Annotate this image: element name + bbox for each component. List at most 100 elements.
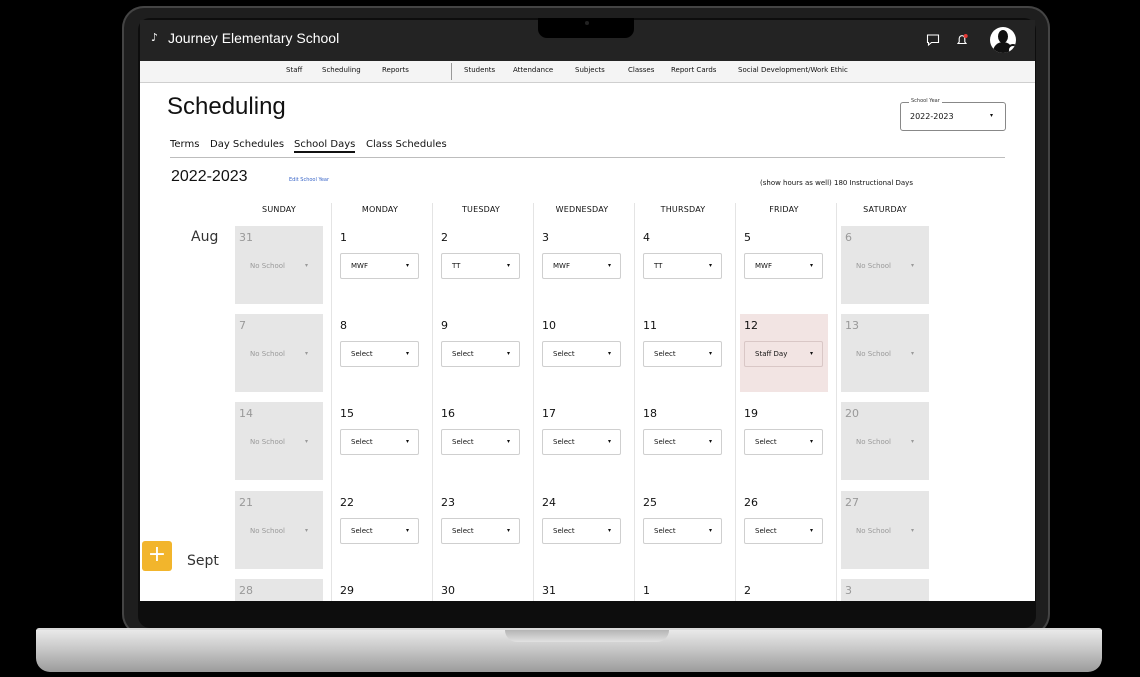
day-type-select: No School ▾ xyxy=(845,341,924,367)
tab-terms[interactable]: Terms xyxy=(170,139,199,150)
chevron-down-icon: ▾ xyxy=(305,438,309,445)
calendar-day-cell: 6 No School ▾ xyxy=(841,226,929,304)
chevron-down-icon: ▾ xyxy=(810,262,814,269)
chevron-down-icon: ▾ xyxy=(709,350,713,357)
day-type-value: TT xyxy=(654,262,663,270)
chevron-down-icon: ▾ xyxy=(709,527,713,534)
day-number: 6 xyxy=(845,231,852,244)
nav-report-cards[interactable]: Report Cards xyxy=(671,66,716,74)
calendar-day-cell: 24 Select ▾ xyxy=(538,491,626,569)
day-type-select[interactable]: Select ▾ xyxy=(744,429,823,455)
day-type-select[interactable]: Select ▾ xyxy=(340,518,419,544)
chevron-down-icon: ▾ xyxy=(406,350,410,357)
day-type-select[interactable]: Select ▾ xyxy=(441,341,520,367)
month-label: Sept xyxy=(187,553,219,569)
column-divider xyxy=(836,203,837,601)
day-number: 27 xyxy=(845,496,859,509)
app-title[interactable]: Journey Elementary School xyxy=(168,30,339,46)
user-avatar[interactable] xyxy=(990,27,1016,53)
chevron-down-icon: ▾ xyxy=(810,438,814,445)
day-number: 9 xyxy=(441,319,448,332)
day-number: 30 xyxy=(441,584,455,597)
add-button[interactable]: + xyxy=(142,541,172,571)
day-type-select[interactable]: MWF ▾ xyxy=(340,253,419,279)
day-type-select[interactable]: Staff Day ▾ xyxy=(744,341,823,367)
day-type-select[interactable]: Select ▾ xyxy=(542,429,621,455)
tab-day-schedules[interactable]: Day Schedules xyxy=(210,139,284,150)
day-type-select[interactable]: TT ▾ xyxy=(441,253,520,279)
chevron-down-icon: ▾ xyxy=(305,527,309,534)
day-header-friday: FRIDAY xyxy=(769,205,799,214)
calendar-day-cell: 26 Select ▾ xyxy=(740,491,828,569)
nav-students[interactable]: Students xyxy=(464,66,495,74)
day-number: 11 xyxy=(643,319,657,332)
nav-scheduling[interactable]: Scheduling xyxy=(322,66,361,74)
day-type-select[interactable]: Select ▾ xyxy=(744,518,823,544)
calendar-day-cell: 10 Select ▾ xyxy=(538,314,626,392)
edit-school-year-link[interactable]: Edit School Year xyxy=(289,177,329,183)
day-type-select[interactable]: MWF ▾ xyxy=(542,253,621,279)
nav-subjects[interactable]: Subjects xyxy=(575,66,605,74)
day-type-select[interactable]: Select ▾ xyxy=(441,429,520,455)
calendar-day-cell: 15 Select ▾ xyxy=(336,402,424,480)
day-number: 31 xyxy=(542,584,556,597)
day-number: 23 xyxy=(441,496,455,509)
chevron-down-icon: ▾ xyxy=(911,527,915,534)
day-type-value: No School xyxy=(856,527,891,535)
calendar-day-cell: 21 No School ▾ xyxy=(235,491,323,569)
day-header-wednesday: WEDNESDAY xyxy=(555,205,609,214)
nav-classes[interactable]: Classes xyxy=(628,66,654,74)
calendar-day-cell: 20 No School ▾ xyxy=(841,402,929,480)
tab-class-schedules[interactable]: Class Schedules xyxy=(366,139,447,150)
day-number: 22 xyxy=(340,496,354,509)
day-type-select[interactable]: Select ▾ xyxy=(542,518,621,544)
nav-staff[interactable]: Staff xyxy=(286,66,302,74)
day-header-monday: MONDAY xyxy=(361,205,399,214)
calendar-day-cell: 5 MWF ▾ xyxy=(740,226,828,304)
day-type-select[interactable]: Select ▾ xyxy=(441,518,520,544)
chat-icon[interactable] xyxy=(926,33,940,47)
calendar-day-cell: 28 xyxy=(235,579,323,601)
day-type-value: Select xyxy=(755,527,777,535)
column-divider xyxy=(432,203,433,601)
tab-school-days[interactable]: School Days xyxy=(294,139,356,153)
chevron-down-icon: ▾ xyxy=(305,350,309,357)
day-number: 13 xyxy=(845,319,859,332)
day-type-value: Select xyxy=(553,350,575,358)
day-header-sunday: SUNDAY xyxy=(262,205,296,214)
nav-attendance[interactable]: Attendance xyxy=(513,66,553,74)
day-number: 3 xyxy=(845,584,852,597)
day-type-select[interactable]: Select ▾ xyxy=(542,341,621,367)
nav-divider xyxy=(451,63,452,80)
nav-social-development[interactable]: Social Development/Work Ethic xyxy=(738,66,848,74)
day-header-tuesday: TUESDAY xyxy=(461,205,501,214)
day-type-value: Select xyxy=(755,438,777,446)
day-number: 24 xyxy=(542,496,556,509)
app-screen: ♪ Journey Elementary School Staff Schedu… xyxy=(140,20,1035,601)
school-year-select[interactable]: School Year 2022-2023 ▾ xyxy=(900,98,1006,131)
nav-reports[interactable]: Reports xyxy=(382,66,409,74)
day-number: 7 xyxy=(239,319,246,332)
calendar-day-cell: 1 xyxy=(639,579,727,601)
day-number: 18 xyxy=(643,407,657,420)
chevron-down-icon: ▾ xyxy=(709,438,713,445)
chevron-down-icon: ▾ xyxy=(406,438,410,445)
day-type-select: No School ▾ xyxy=(239,253,318,279)
day-type-select[interactable]: Select ▾ xyxy=(643,341,722,367)
day-type-select[interactable]: MWF ▾ xyxy=(744,253,823,279)
bell-icon[interactable] xyxy=(955,33,969,47)
day-type-select[interactable]: Select ▾ xyxy=(643,518,722,544)
day-type-select[interactable]: Select ▾ xyxy=(340,429,419,455)
calendar-day-cell: 31 No School ▾ xyxy=(235,226,323,304)
calendar-day-cell: 16 Select ▾ xyxy=(437,402,525,480)
day-type-select[interactable]: Select ▾ xyxy=(340,341,419,367)
column-divider xyxy=(331,203,332,601)
school-logo-icon: ♪ xyxy=(151,31,159,44)
calendar-day-cell: 25 Select ▾ xyxy=(639,491,727,569)
day-number: 3 xyxy=(542,231,549,244)
day-type-value: No School xyxy=(250,527,285,535)
day-type-select: No School ▾ xyxy=(845,429,924,455)
day-type-select[interactable]: Select ▾ xyxy=(643,429,722,455)
day-type-select[interactable]: TT ▾ xyxy=(643,253,722,279)
day-type-value: Select xyxy=(553,527,575,535)
